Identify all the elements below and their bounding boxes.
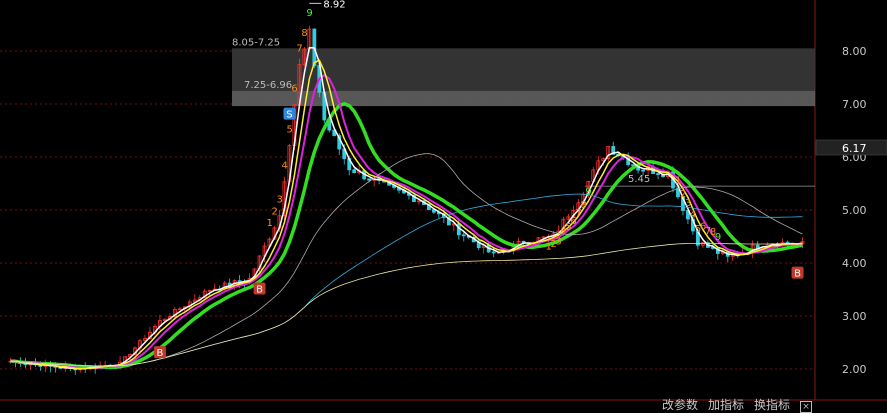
count-label: 1 [675,175,681,186]
y-tick-label: 5.00 [842,204,867,217]
buy-signal: B [794,269,801,280]
count-label: 8 [580,200,586,211]
candle [491,251,496,254]
candle [237,280,242,283]
count-label: 4 [690,210,696,221]
level-label: 5.45 [628,174,650,185]
count-label: 3 [276,194,282,205]
candle [352,169,357,174]
edit-params-button[interactable]: 改参数 [662,399,698,412]
zone-label: 8.05-7.25 [232,37,280,48]
buy-signal: B [156,348,163,359]
count-label: 5 [286,124,292,135]
y-tick-label: 3.00 [842,310,867,323]
count-label: 6 [291,84,297,95]
y-tick-label: 8.00 [842,45,867,58]
candle [461,234,466,237]
ma-line-ma_yellow [10,59,803,370]
switch-indicator-button[interactable]: 换指标 [754,399,790,412]
ma-line-ma_blue [10,193,803,367]
candle [656,173,660,175]
candle [641,169,646,172]
count-label: 3 [555,236,561,247]
count-label: 7 [296,43,302,54]
zone-label: 7.25-6.96 [244,80,292,91]
ma-line-ma_long [10,243,803,367]
count-label: 4 [281,161,287,172]
indicator-toolbar: 改参数 加指标 换指标 [662,399,790,412]
sell-signal: S [286,110,292,121]
buy-signal: B [256,285,263,296]
count-label: 1 [267,218,273,229]
add-indicator-button[interactable]: 加指标 [708,399,744,412]
y-tick-label: 4.00 [842,257,867,270]
kline-chart[interactable]: 8.00 7.00 6.00 5.00 4.00 3.00 2.00 8.05-7.25 7.2… [0,0,887,412]
y-tick-label: 7.00 [842,98,867,111]
count-label: 8 [301,28,307,39]
max-label: 8.92 [323,0,345,10]
count-label: 3 [685,198,691,209]
ma-line-trend [10,101,803,370]
count-label: 9 [306,8,312,19]
y-tick-label: 2.00 [842,363,867,376]
count-label: 9 [585,187,591,198]
count-label: 9 [715,232,721,243]
count-label: 2 [271,207,277,218]
candle [367,178,372,181]
ma-line-ma_magenta [10,74,803,370]
close-icon[interactable]: × [800,401,812,413]
price-tag: 6.17 [842,142,867,155]
kline-plot: 8.007.006.005.004.003.002.008.05-7.257.2… [0,0,887,401]
